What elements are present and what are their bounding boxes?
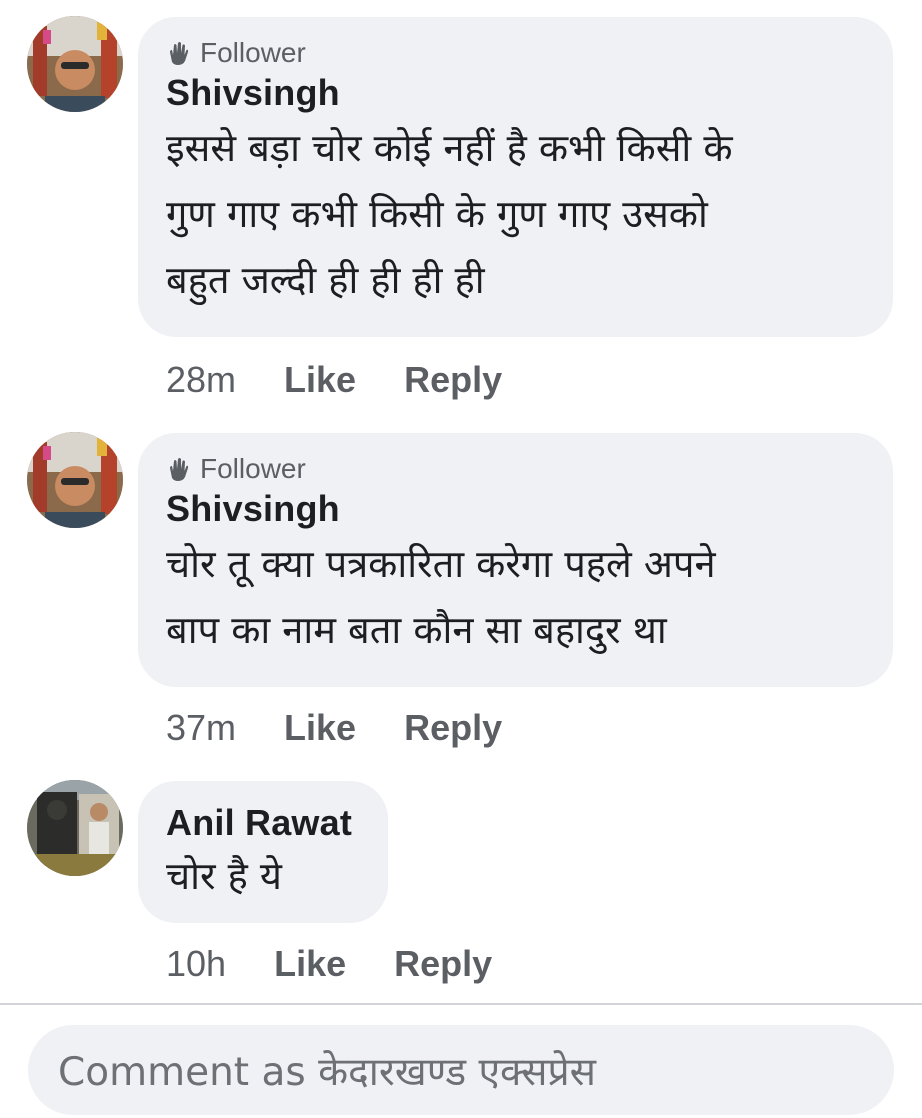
follower-hand-icon [166, 40, 192, 66]
like-button[interactable]: Like [274, 943, 346, 985]
comment-author[interactable]: Anil Rawat [166, 801, 358, 845]
reply-button[interactable]: Reply [404, 359, 502, 401]
comment-timestamp[interactable]: 10h [166, 943, 226, 985]
reply-button[interactable]: Reply [394, 943, 492, 985]
comment-actions: 10h Like Reply [166, 942, 540, 986]
comment-bubble: Follower Shivsingh चोर तू क्या पत्रकारित… [138, 433, 893, 687]
like-button[interactable]: Like [284, 359, 356, 401]
badge-label: Follower [200, 453, 306, 484]
comment-text: चोर है ये [166, 854, 282, 898]
badge-label: Follower [200, 37, 306, 68]
avatar[interactable] [27, 16, 123, 112]
comment-actions: 37m Like Reply [166, 706, 550, 750]
comment-author[interactable]: Shivsingh [166, 71, 863, 115]
comment-bubble: Follower Shivsingh इससे बड़ा चोर कोई नही… [138, 17, 893, 337]
comment-input-placeholder: Comment as केदारखण्ड एक्सप्रेस [58, 1049, 596, 1095]
follower-hand-icon [166, 456, 192, 482]
comment-author[interactable]: Shivsingh [166, 487, 863, 531]
avatar[interactable] [27, 432, 123, 528]
comment-text: चोर तू क्या पत्रकारिता करेगा पहले अपने ब… [166, 542, 716, 652]
like-button[interactable]: Like [284, 707, 356, 749]
comment-timestamp[interactable]: 28m [166, 359, 236, 401]
reply-button[interactable]: Reply [404, 707, 502, 749]
comment-input[interactable]: Comment as केदारखण्ड एक्सप्रेस [28, 1025, 894, 1115]
divider [0, 1003, 922, 1005]
comment-actions: 28m Like Reply [166, 358, 550, 402]
follower-badge: Follower [166, 451, 863, 487]
comment-text: इससे बड़ा चोर कोई नहीं है कभी किसी के गु… [166, 126, 733, 302]
comment-bubble: Anil Rawat चोर है ये [138, 781, 388, 923]
comment-timestamp[interactable]: 37m [166, 707, 236, 749]
avatar[interactable] [27, 780, 123, 876]
follower-badge: Follower [166, 35, 863, 71]
